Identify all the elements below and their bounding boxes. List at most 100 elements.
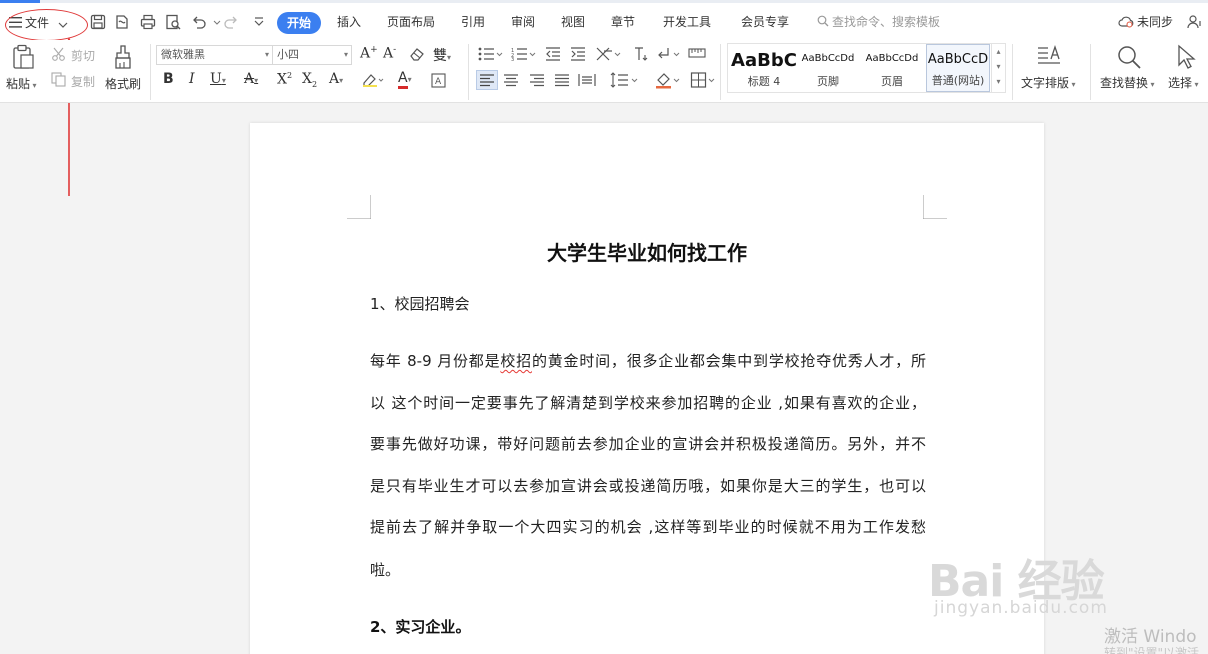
tab-developer-tools[interactable]: 开发工具 bbox=[663, 13, 711, 30]
document-page[interactable]: 大学生毕业如何找工作 1、校园招聘会 每年 8-9 月份都是校招的黄金时间，很多… bbox=[250, 123, 1044, 654]
tab-page-layout[interactable]: 页面布局 bbox=[387, 13, 435, 30]
select-button[interactable]: 选择 ▾ bbox=[1168, 74, 1199, 91]
subscript-icon[interactable]: X2 bbox=[302, 71, 317, 89]
style-header[interactable]: AaBbCcDd 页眉 bbox=[860, 44, 924, 92]
ruler-icon[interactable] bbox=[688, 48, 706, 58]
style-heading-4[interactable]: AaBbC 标题 4 bbox=[728, 44, 800, 92]
spellcheck-flagged-word[interactable]: 校招 bbox=[500, 352, 532, 370]
sync-status-button[interactable]: 未同步 bbox=[1118, 13, 1173, 31]
share-user-icon[interactable] bbox=[1185, 13, 1203, 31]
output-pdf-icon[interactable] bbox=[113, 13, 131, 31]
pinyin-guide-icon[interactable]: 雙▾ bbox=[433, 45, 451, 65]
search-icon bbox=[817, 15, 829, 30]
paragraph-line: 啦。 bbox=[370, 561, 401, 579]
borders-icon[interactable] bbox=[690, 71, 716, 89]
find-replace-button[interactable]: 查找替换 ▾ bbox=[1100, 74, 1155, 91]
find-magnifier-icon[interactable] bbox=[1116, 44, 1142, 70]
print-preview-icon[interactable] bbox=[164, 13, 182, 31]
styles-scroll-button[interactable]: ▴ ▾ ▾ bbox=[991, 44, 1005, 92]
window-accent-strip bbox=[0, 0, 40, 3]
print-icon[interactable] bbox=[139, 13, 157, 31]
style-label: 标题 4 bbox=[747, 75, 781, 88]
align-center-icon[interactable] bbox=[502, 72, 520, 88]
highlight-pen-icon[interactable] bbox=[362, 73, 384, 87]
tab-references[interactable]: 引用 bbox=[461, 13, 485, 30]
text-direction-icon[interactable] bbox=[632, 46, 648, 62]
select-label: 选择 bbox=[1168, 76, 1193, 90]
increase-font-size-icon[interactable]: A+ bbox=[360, 45, 378, 62]
line-spacing-icon[interactable] bbox=[609, 71, 639, 89]
text-layout-label: 文字排版 bbox=[1021, 76, 1070, 90]
tab-insert[interactable]: 插入 bbox=[337, 13, 361, 30]
tab-section[interactable]: 章节 bbox=[611, 13, 635, 30]
paragraph-line: 是只有毕业生才可以去参加宣讲会或投递简历哦，如果你是大三的学生，也可以 bbox=[370, 477, 926, 495]
paste-button[interactable]: 粘贴 ▾ bbox=[6, 75, 37, 92]
distributed-align-icon[interactable] bbox=[578, 72, 596, 88]
decrease-indent-icon[interactable] bbox=[545, 47, 561, 61]
line-break-icon[interactable] bbox=[656, 46, 682, 62]
baidu-jingyan-url: jingyan.baidu.com bbox=[934, 598, 1108, 618]
format-painter-icon[interactable] bbox=[112, 44, 134, 70]
text-effect-icon[interactable]: A▾ bbox=[329, 71, 343, 87]
redo-icon[interactable] bbox=[222, 13, 240, 31]
command-search-placeholder: 查找命令、搜索模板 bbox=[832, 15, 941, 29]
style-footer[interactable]: AaBbCcDd 页脚 bbox=[796, 44, 860, 92]
cloud-icon bbox=[1118, 15, 1134, 31]
shading-fill-icon[interactable] bbox=[655, 71, 681, 89]
style-label: 页脚 bbox=[817, 75, 839, 88]
tab-view[interactable]: 视图 bbox=[561, 13, 585, 30]
justify-icon[interactable] bbox=[553, 72, 571, 88]
bold-icon[interactable]: B bbox=[163, 71, 174, 87]
numbered-list-icon[interactable]: 123 bbox=[511, 47, 537, 61]
font-color-icon[interactable]: A▾ bbox=[398, 70, 412, 89]
character-border-icon[interactable]: A bbox=[431, 73, 446, 88]
select-cursor-icon[interactable] bbox=[1176, 44, 1196, 70]
document-title: 大学生毕业如何找工作 bbox=[547, 241, 747, 265]
text-layout-button[interactable]: 文字排版 ▾ bbox=[1021, 74, 1076, 91]
style-label: 页眉 bbox=[881, 75, 903, 88]
sync-status-label: 未同步 bbox=[1137, 15, 1174, 29]
tab-start[interactable]: 开始 bbox=[277, 12, 321, 34]
customize-quick-access-icon[interactable] bbox=[250, 13, 264, 31]
margin-corner-mark bbox=[923, 195, 947, 219]
superscript-icon[interactable]: X2 bbox=[277, 71, 292, 88]
divider bbox=[468, 44, 469, 100]
undo-dropdown-icon[interactable] bbox=[208, 13, 221, 31]
find-replace-label: 查找替换 bbox=[1100, 76, 1149, 90]
paragraph-line: 每年 8-9 月份都是校招的黄金时间，很多企业都会集中到学校抢夺优秀人才，所 bbox=[370, 352, 926, 370]
section-heading: 1、校园招聘会 bbox=[370, 295, 470, 313]
text-layout-icon[interactable] bbox=[1036, 44, 1062, 68]
tab-review[interactable]: 审阅 bbox=[511, 13, 535, 30]
strikethrough-icon[interactable]: A▾ bbox=[244, 71, 258, 87]
windows-activation-subtext: 转到"设置"以激活 bbox=[1104, 646, 1200, 654]
clear-format-eraser-icon[interactable] bbox=[409, 47, 425, 61]
divider bbox=[1012, 44, 1013, 100]
copy-button[interactable]: 复制 bbox=[71, 73, 95, 90]
section-heading: 2、实习企业。 bbox=[370, 618, 471, 636]
style-preview: AaBbC bbox=[731, 50, 797, 71]
font-name-select[interactable]: 微软雅黑 ▾ bbox=[156, 45, 273, 65]
style-preview: AaBbCcD bbox=[927, 52, 989, 67]
paragraph-line: 以 这个时间一定要事先了解清楚到学校来参加招聘的企业 ,如果有喜欢的企业， bbox=[370, 394, 926, 412]
decrease-font-size-icon[interactable]: A- bbox=[383, 45, 396, 62]
align-left-icon[interactable] bbox=[476, 70, 498, 90]
tab-member-exclusive[interactable]: 会员专享 bbox=[741, 13, 789, 30]
style-normal-web[interactable]: AaBbCcD 普通(网站) bbox=[926, 44, 990, 92]
menu-bar: 文件 开始 插入 页面布局 引用 审阅 视图 章节 开发工具 会员专享 查找命令… bbox=[0, 0, 1208, 41]
italic-icon[interactable]: I bbox=[189, 71, 195, 87]
cut-button[interactable]: 剪切 bbox=[71, 47, 95, 64]
margin-corner-mark bbox=[347, 195, 371, 219]
svg-text:3: 3 bbox=[511, 57, 514, 61]
save-icon[interactable] bbox=[89, 13, 107, 31]
undo-icon[interactable] bbox=[190, 13, 208, 31]
align-right-icon[interactable] bbox=[528, 72, 546, 88]
font-size-select[interactable]: 小四 ▾ bbox=[272, 45, 352, 65]
paste-icon[interactable] bbox=[11, 44, 35, 70]
command-search[interactable]: 查找命令、搜索模板 bbox=[817, 13, 940, 30]
chinese-layout-icon[interactable] bbox=[595, 46, 623, 62]
increase-indent-icon[interactable] bbox=[570, 47, 586, 61]
format-painter-button[interactable]: 格式刷 bbox=[105, 75, 141, 92]
bullet-list-icon[interactable] bbox=[478, 47, 504, 61]
underline-icon[interactable]: U▾ bbox=[210, 71, 226, 87]
font-name-value: 微软雅黑 bbox=[161, 48, 205, 61]
